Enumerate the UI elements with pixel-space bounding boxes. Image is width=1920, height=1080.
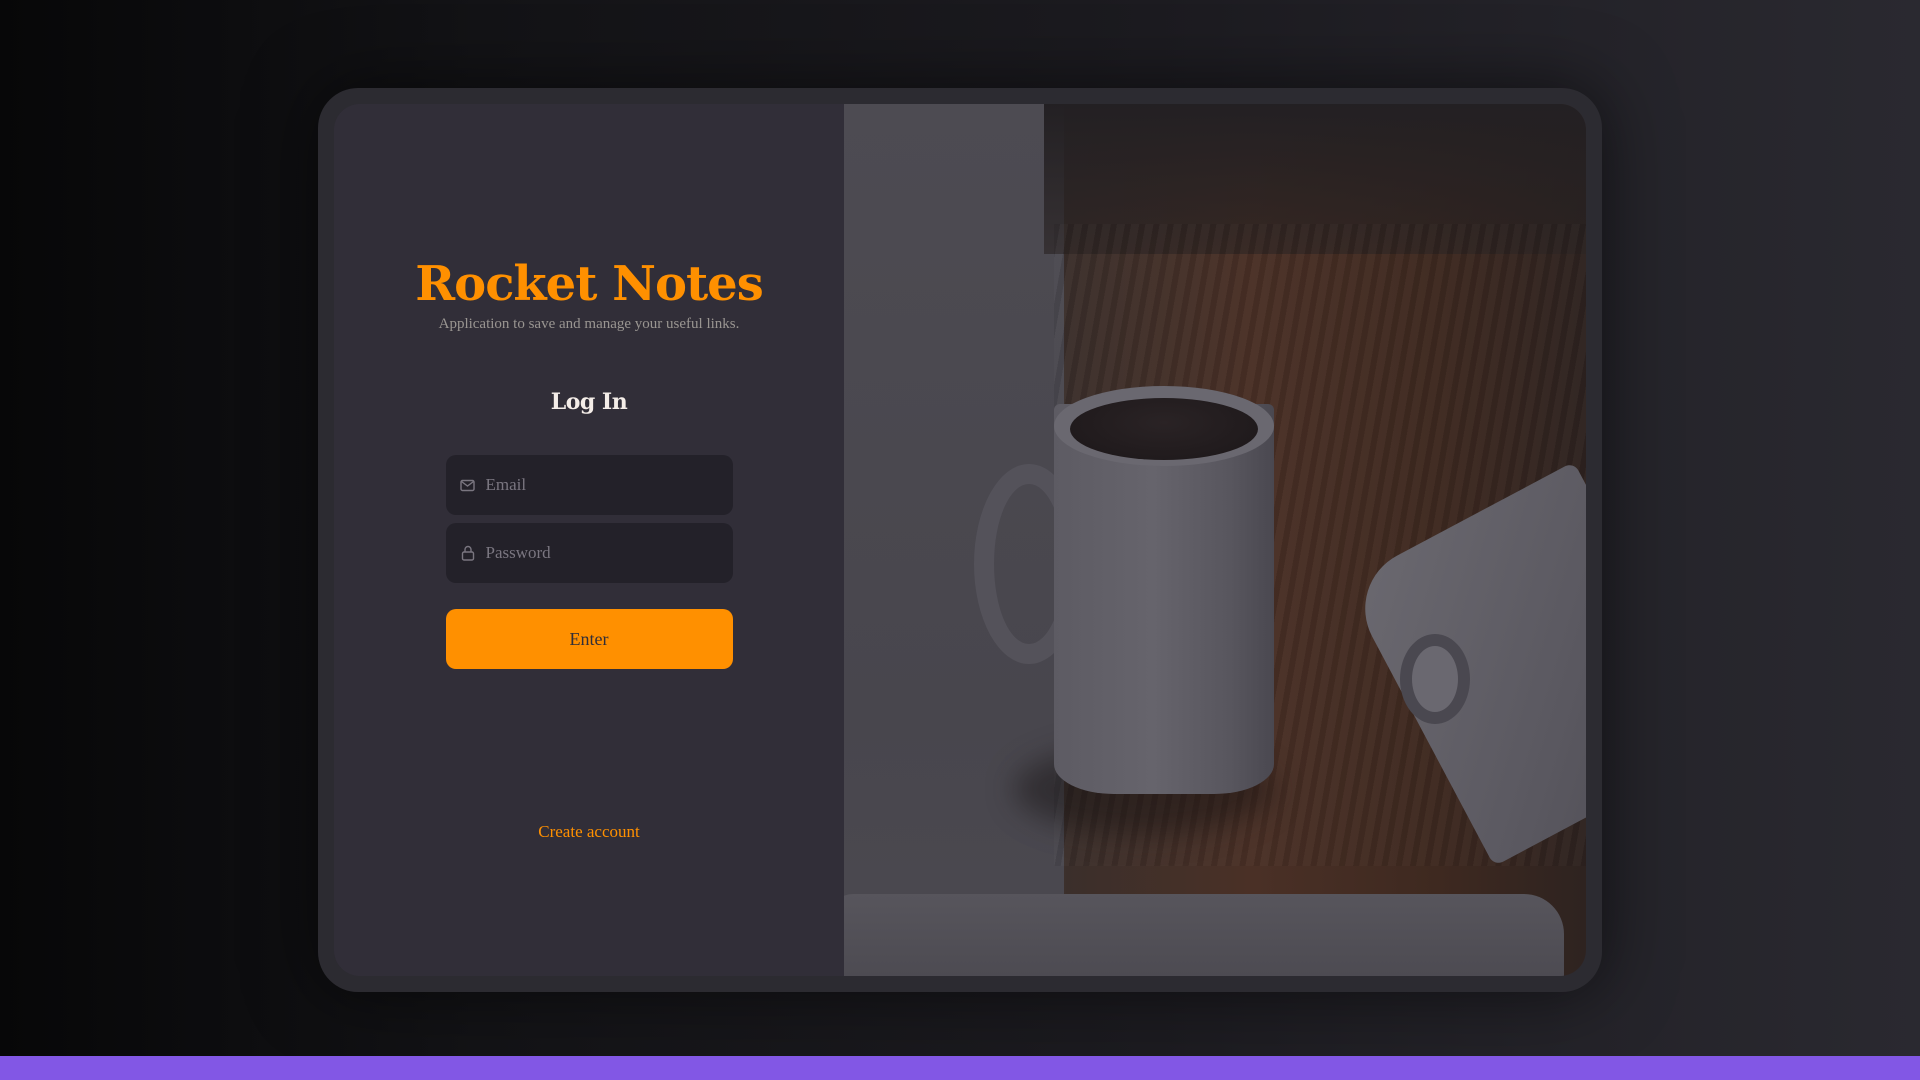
photo-laptop-edge	[844, 894, 1564, 976]
enter-button[interactable]: Enter	[445, 609, 733, 669]
password-field[interactable]	[445, 523, 733, 583]
lock-icon	[460, 545, 476, 561]
password-input[interactable]	[485, 543, 719, 563]
brand-subtitle: Application to save and manage your usef…	[438, 316, 740, 332]
mail-icon	[460, 477, 476, 493]
create-account-link[interactable]: Create account	[334, 822, 844, 842]
app-screen: Rocket Notes Application to save and man…	[334, 104, 1586, 976]
login-panel: Rocket Notes Application to save and man…	[334, 104, 844, 976]
background-photo	[844, 104, 1586, 976]
email-input[interactable]	[485, 475, 719, 495]
photo-newspaper-roll	[1400, 634, 1470, 724]
bottom-accent-bar	[0, 1056, 1920, 1080]
device-frame: Rocket Notes Application to save and man…	[318, 88, 1602, 992]
email-field[interactable]	[445, 455, 733, 515]
brand-title: Rocket Notes	[415, 256, 763, 312]
login-heading: Log In	[550, 389, 628, 415]
photo-coffee	[1070, 398, 1258, 460]
